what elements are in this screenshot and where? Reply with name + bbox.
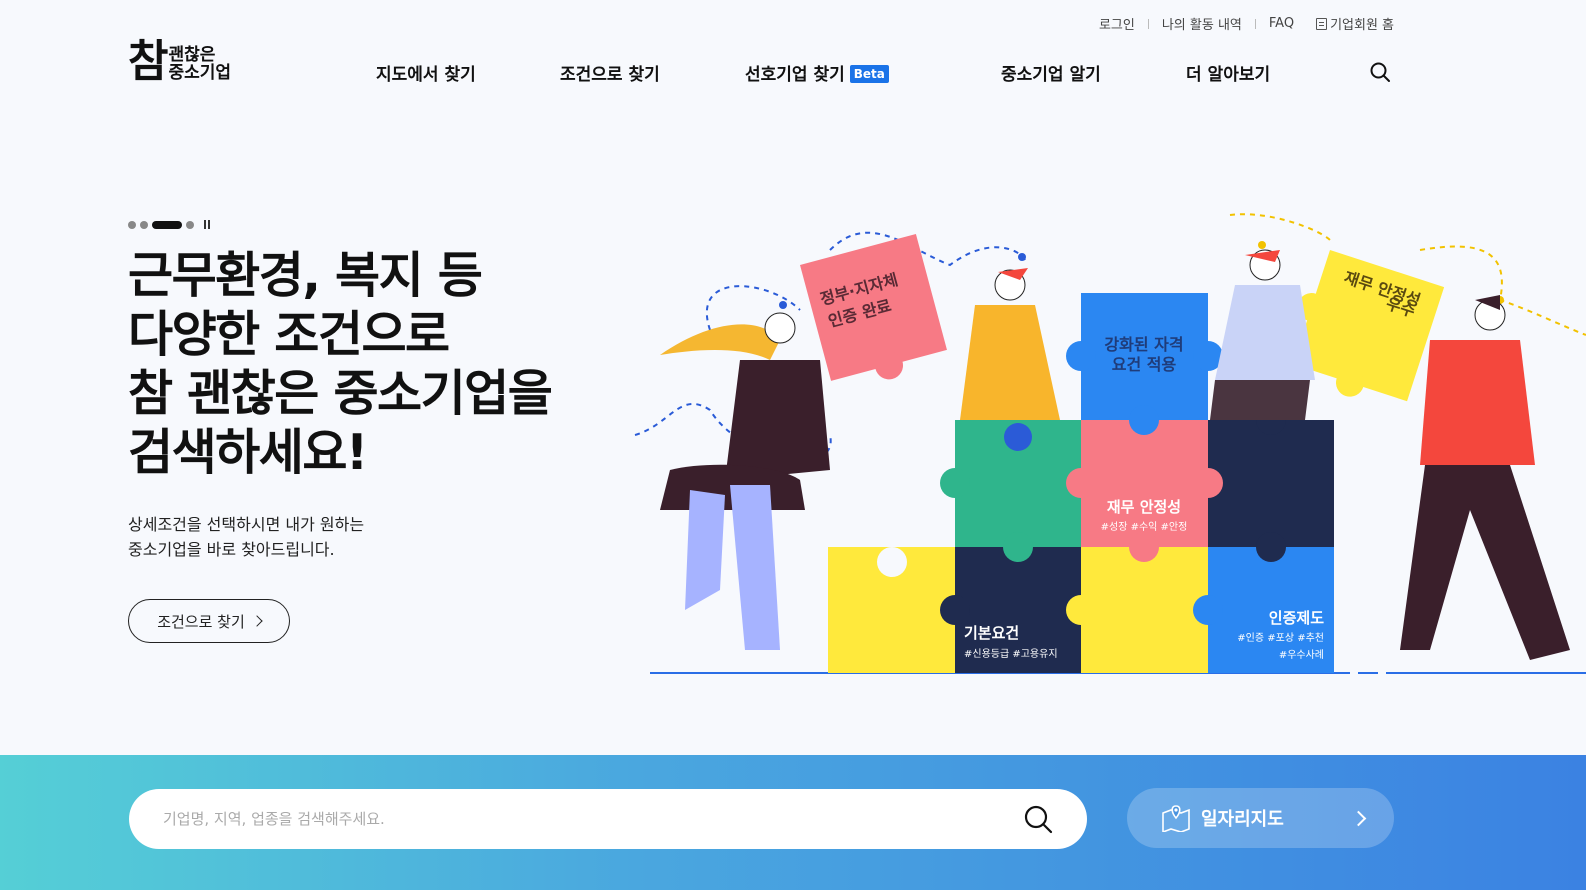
divider [1147, 18, 1149, 29]
slide-dot[interactable] [186, 220, 194, 229]
slide-dot[interactable] [128, 220, 136, 229]
person-right-1 [1210, 249, 1315, 420]
cert-tags-2: #우수사례 [1279, 649, 1324, 661]
qualified-label-1: 강화된 자격 [1104, 335, 1183, 354]
map-pin-icon [1162, 805, 1190, 832]
slide-dot-active[interactable] [152, 220, 182, 229]
job-map-button[interactable]: 일자리지도 [1127, 788, 1394, 848]
nav-preferred-search[interactable]: 선호기업 찾기 Beta [745, 60, 889, 85]
nav-preferred-label: 선호기업 찾기 [745, 65, 845, 85]
hero-subtitle: 상세조건을 선택하시면 내가 원하는 중소기업을 바로 찾아드립니다. [128, 515, 365, 559]
main-nav: 지도에서 찾기 조건으로 찾기 선호기업 찾기 Beta 중소기업 알기 더 알아… [0, 60, 1586, 85]
my-activity-link[interactable]: 나의 활동 내역 [1162, 14, 1242, 33]
building-icon [1316, 17, 1328, 30]
search-bar-section: 일자리지도 [0, 755, 1586, 890]
corp-home-link[interactable]: 기업회원 홈 [1316, 14, 1394, 33]
nav-condition-search[interactable]: 조건으로 찾기 [560, 60, 660, 85]
person-center [960, 268, 1060, 420]
search-icon[interactable] [1023, 804, 1053, 834]
condition-search-label: 조건으로 찾기 [157, 612, 245, 631]
chevron-right-icon [1350, 810, 1367, 826]
finance-label: 재무 안정성 [1107, 498, 1181, 516]
cert-system-label: 인증제도 [1269, 609, 1324, 627]
corp-home-label: 기업회원 홈 [1330, 18, 1394, 33]
person-left [660, 312, 830, 650]
basic-tags: #신용등급 #고용유지 [964, 648, 1058, 660]
nav-know-sme[interactable]: 중소기업 알기 [1001, 60, 1101, 85]
pause-icon[interactable] [204, 220, 210, 229]
nav-map-search[interactable]: 지도에서 찾기 [376, 60, 476, 85]
condition-search-button[interactable]: 조건으로 찾기 [128, 599, 290, 643]
beta-badge: Beta [849, 65, 889, 83]
slide-dot[interactable] [140, 220, 148, 229]
utility-nav: 로그인 나의 활동 내역 FAQ 기업회원 홈 [1099, 14, 1394, 33]
chevron-right-icon [251, 615, 263, 627]
search-icon[interactable] [1368, 60, 1392, 84]
divider [1254, 18, 1256, 29]
search-box [129, 789, 1087, 849]
faq-link[interactable]: FAQ [1269, 16, 1294, 31]
qualified-label-2: 요건 적용 [1112, 355, 1177, 374]
company-search-input[interactable] [163, 810, 1023, 828]
basic-label: 기본요건 [964, 624, 1019, 642]
login-link[interactable]: 로그인 [1099, 14, 1135, 33]
hero-title: 근무환경, 복지 등 다양한 조건으로 참 괜찮은 중소기업을 검색하세요! [128, 247, 553, 481]
person-right-2 [1400, 295, 1570, 660]
cert-tags-1: #인증 #포상 #추천 [1237, 632, 1324, 644]
job-map-label: 일자리지도 [1201, 809, 1284, 830]
nav-more[interactable]: 더 알아보기 [1186, 60, 1270, 85]
slide-indicator [128, 220, 210, 229]
finance-tags: #성장 #수익 #안정 [1101, 521, 1188, 533]
puzzle-illustration: 정부·지자체 인증 완료 강화된 자격 요건 적용 재무 안정성 우수 재무 안… [634, 213, 1586, 674]
